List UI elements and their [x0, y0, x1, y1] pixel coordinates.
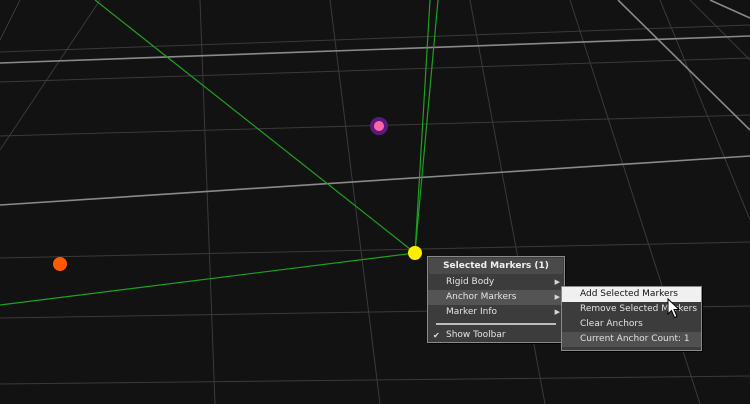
- selected-marker[interactable]: [408, 246, 422, 260]
- mouse-cursor-icon: [667, 298, 681, 319]
- menu-item-marker-info[interactable]: Marker Info ▶: [428, 305, 564, 320]
- checkmark-icon: ✔: [433, 331, 440, 340]
- menu-item-label: Add Selected Markers: [580, 289, 678, 299]
- submenu-arrow-icon: ▶: [554, 308, 560, 316]
- menu-item-label: Marker Info: [446, 307, 498, 317]
- menu-item-label: Show Toolbar: [446, 330, 506, 340]
- orange-marker[interactable]: [53, 257, 67, 271]
- anchor-count-info: Current Anchor Count: 1: [562, 332, 701, 347]
- menu-item-label: Anchor Markers: [446, 292, 517, 302]
- anchor-count-label: Current Anchor Count: 1: [580, 334, 690, 344]
- menu-item-rigid-body[interactable]: Rigid Body ▶: [428, 275, 564, 290]
- context-menu: Selected Markers (1) Rigid Body ▶ Anchor…: [427, 256, 565, 343]
- submenu-arrow-icon: ▶: [554, 293, 560, 301]
- menu-item-label: Clear Anchors: [580, 319, 643, 329]
- purple-marker[interactable]: [374, 121, 384, 131]
- floor-axis-lines: [0, 0, 750, 206]
- marker-rays: [0, 0, 439, 306]
- menu-item-show-toolbar[interactable]: ✔ Show Toolbar: [428, 328, 564, 343]
- menu-separator: [436, 323, 556, 325]
- submenu-arrow-icon: ▶: [554, 278, 560, 286]
- menu-item-anchor-markers[interactable]: Anchor Markers ▶: [428, 290, 564, 305]
- menu-item-label: Rigid Body: [446, 277, 495, 287]
- context-menu-header: Selected Markers (1): [429, 258, 563, 274]
